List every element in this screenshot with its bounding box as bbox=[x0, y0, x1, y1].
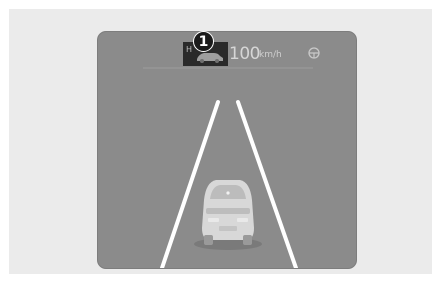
steering-wheel-icon bbox=[308, 47, 320, 59]
set-speed-unit: km/h bbox=[259, 50, 282, 60]
display-graphic: H bbox=[143, 42, 320, 268]
car-icon bbox=[194, 180, 262, 250]
set-speed-value: 100 bbox=[229, 44, 260, 64]
cluster-display: H bbox=[97, 31, 357, 269]
svg-text:H: H bbox=[186, 45, 192, 54]
callout-marker: 1 bbox=[193, 31, 214, 52]
